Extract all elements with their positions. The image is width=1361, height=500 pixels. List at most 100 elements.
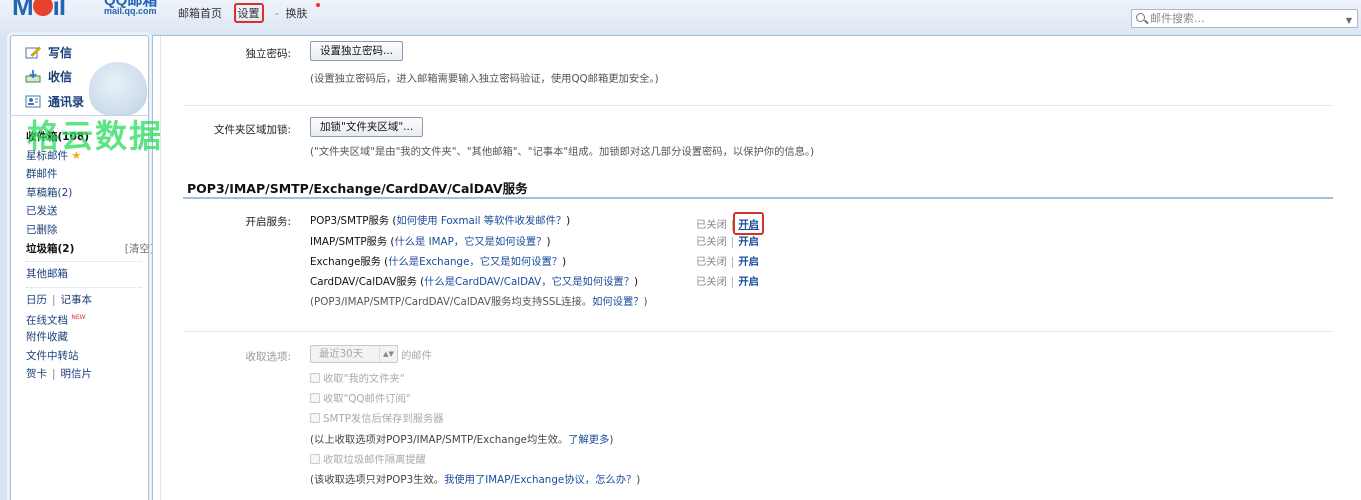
option-my-folders-checkbox[interactable]: 收取"我的文件夹" xyxy=(310,370,405,385)
ssl-hint-text: (POP3/IMAP/SMTP/CardDAV/CalDAV服务均支持SSL连接… xyxy=(310,296,593,308)
select-arrows-icon: ▲▼ xyxy=(379,346,397,362)
receive-range-suffix: 的邮件 xyxy=(401,350,432,362)
status-text: 已关闭 xyxy=(696,236,727,248)
online-docs-label: 在线文档 xyxy=(26,314,68,327)
enable-imap-button[interactable]: 开启 xyxy=(738,236,759,248)
imap-exchange-help-link[interactable]: 我使用了IMAP/Exchange协议，怎么办？ xyxy=(444,474,636,486)
option-label: 收取垃圾邮件隔离提醒 xyxy=(323,454,426,466)
folder-list: 收件箱(108) 星标邮件 ★ 群邮件 草稿箱(2) 已发送 已删除 垃圾箱(2… xyxy=(26,128,154,384)
service-close-paren: ) xyxy=(546,236,551,248)
service-help-link[interactable]: 什么是 IMAP，它又是如何设置？ xyxy=(394,236,546,248)
folder-sent[interactable]: 已发送 xyxy=(26,202,146,221)
nav-settings-link[interactable]: 设置 xyxy=(233,3,264,23)
folder-lock-label: 文件夹区域加锁: xyxy=(213,124,291,136)
compose-icon xyxy=(25,46,41,59)
ssl-hint: (POP3/IMAP/SMTP/CardDAV/CalDAV服务均支持SSL连接… xyxy=(310,293,648,308)
logo-url-text: mail.qq.com xyxy=(104,6,157,16)
receive-range-value: 最近30天 xyxy=(319,348,363,360)
top-bar: Mil QQ邮箱 mail.qq.com 邮箱首页 设置 - 换肤 邮件搜索..… xyxy=(0,0,1361,34)
service-name: CardDAV/CalDAV服务 ( xyxy=(310,276,425,288)
option-spam-alert-checkbox[interactable]: 收取垃圾邮件隔离提醒 xyxy=(310,451,426,466)
new-dot-icon xyxy=(316,3,321,7)
checkbox-box[interactable] xyxy=(310,454,320,464)
service-name: POP3/SMTP服务 ( xyxy=(310,215,397,227)
top-nav: 邮箱首页 设置 - 换肤 xyxy=(178,3,336,23)
receive-note: (以上收取选项对POP3/IMAP/SMTP/Exchange均生效。了解更多) xyxy=(310,431,613,446)
lock-folder-area-button[interactable]: 加锁"文件夹区域"... xyxy=(310,117,424,137)
penguin-mascot-image xyxy=(89,62,147,116)
service-help-link[interactable]: 什么是Exchange，它又是如何设置？ xyxy=(388,256,562,268)
status-text: 已关闭 xyxy=(696,219,727,231)
learn-more-link[interactable]: 了解更多 xyxy=(568,434,609,446)
contacts-label: 通讯录 xyxy=(48,95,85,109)
ssl-hint-close: ) xyxy=(643,296,648,308)
service-close-paren: ) xyxy=(566,215,571,227)
compose-button[interactable]: 写信 xyxy=(25,44,72,61)
folder-group[interactable]: 群邮件 xyxy=(26,165,146,184)
checkbox-box[interactable] xyxy=(310,373,320,383)
service-carddav-caldav: CardDAV/CalDAV服务 (什么是CardDAV/CalDAV，它又是如… xyxy=(310,273,638,288)
folder-deleted[interactable]: 已删除 xyxy=(26,221,146,240)
calendar-link[interactable]: 日历 xyxy=(26,294,47,306)
option-label: SMTP发信后保存到服务器 xyxy=(323,413,444,425)
sidebar: 写信 收信 通讯录 格云数据 收件箱(108) 星标邮件 ★ 群邮件 草稿箱(2… xyxy=(10,35,161,500)
pop3-note-close: ) xyxy=(636,474,641,486)
service-help-link[interactable]: 如何使用 Foxmail 等软件收发邮件？ xyxy=(396,215,566,227)
option-label: 收取"我的文件夹" xyxy=(323,373,405,385)
service-name: Exchange服务 ( xyxy=(310,256,389,268)
option-smtp-save-checkbox[interactable]: SMTP发信后保存到服务器 xyxy=(310,410,444,425)
section-divider xyxy=(183,331,1333,332)
folder-lock-hint: ("文件夹区域"是由"我的文件夹"、"其他邮箱"、"记事本"组成。加锁即对这几部… xyxy=(310,146,815,158)
postcard-link[interactable]: 明信片 xyxy=(61,368,93,380)
status-text: 已关闭 xyxy=(696,256,727,268)
chevron-down-icon[interactable]: ▼ xyxy=(1346,12,1352,29)
pop3-note-text: (该收取选项只对POP3生效。 xyxy=(310,474,445,486)
folder-other-mailbox[interactable]: 其他邮箱 xyxy=(26,265,146,284)
compose-label: 写信 xyxy=(48,46,73,60)
service-status-exchange: 已关闭 | 开启 xyxy=(696,253,759,268)
receive-note-close: ) xyxy=(609,434,614,446)
enable-carddav-button[interactable]: 开启 xyxy=(738,276,759,288)
online-docs-link[interactable]: 在线文档 NEW xyxy=(26,309,146,328)
receive-range-select[interactable]: 最近30天 ▲▼ xyxy=(310,345,398,363)
receive-icon xyxy=(25,70,41,83)
service-status-carddav: 已关闭 | 开启 xyxy=(696,273,759,288)
folder-spam[interactable]: 垃圾箱(2) [清空] xyxy=(26,240,154,259)
service-name: IMAP/SMTP服务 ( xyxy=(310,236,395,248)
status-text: 已关闭 xyxy=(696,276,727,288)
ssl-settings-link[interactable]: 如何设置？ xyxy=(592,296,643,308)
enable-exchange-button[interactable]: 开启 xyxy=(738,256,759,268)
independent-password-label: 独立密码: xyxy=(245,48,291,60)
folder-drafts[interactable]: 草稿箱(2) xyxy=(26,184,146,203)
independent-password-hint: (设置独立密码后，进入邮箱需要输入独立密码验证，使用QQ邮箱更加安全。) xyxy=(310,73,659,85)
attachments-link[interactable]: 附件收藏 xyxy=(26,328,146,347)
checkbox-box[interactable] xyxy=(310,413,320,423)
receive-label: 收信 xyxy=(48,70,73,84)
enable-services-label: 开启服务: xyxy=(245,216,291,228)
settings-panel: 独立密码: 设置独立密码... (设置独立密码后，进入邮箱需要输入独立密码验证，… xyxy=(152,35,1361,500)
notes-link[interactable]: 记事本 xyxy=(61,294,93,306)
service-help-link[interactable]: 什么是CardDAV/CalDAV，它又是如何设置？ xyxy=(424,276,634,288)
service-imap-smtp: IMAP/SMTP服务 (什么是 IMAP，它又是如何设置？) xyxy=(310,233,551,248)
section-divider xyxy=(183,105,1333,106)
nav-skin-link[interactable]: 换肤 xyxy=(285,3,328,20)
qq-mail-logo[interactable]: Mil QQ邮箱 mail.qq.com xyxy=(12,0,172,20)
new-badge: NEW xyxy=(71,314,86,322)
search-icon xyxy=(1136,13,1145,22)
contacts-button[interactable]: 通讯录 xyxy=(25,93,84,110)
mail-search-input[interactable]: 邮件搜索... ▼ xyxy=(1131,9,1358,28)
service-exchange: Exchange服务 (什么是Exchange，它又是如何设置？) xyxy=(310,253,566,268)
contacts-icon xyxy=(25,95,41,108)
enable-pop3-button[interactable]: 开启 xyxy=(733,212,764,235)
greeting-card-link[interactable]: 贺卡 xyxy=(26,368,47,380)
clear-spam-link[interactable]: [清空] xyxy=(125,240,154,259)
set-independent-password-button[interactable]: 设置独立密码... xyxy=(310,41,404,61)
service-close-paren: ) xyxy=(562,256,567,268)
checkbox-box[interactable] xyxy=(310,393,320,403)
receive-button[interactable]: 收信 xyxy=(25,68,72,85)
nav-home-link[interactable]: 邮箱首页 xyxy=(178,7,222,20)
file-transfer-link[interactable]: 文件中转站 xyxy=(26,347,146,366)
watermark-text: 格云数据 xyxy=(27,117,164,155)
option-qq-subscription-checkbox[interactable]: 收取"QQ邮件订阅" xyxy=(310,390,410,405)
quick-actions: 写信 收信 通讯录 xyxy=(11,36,148,116)
